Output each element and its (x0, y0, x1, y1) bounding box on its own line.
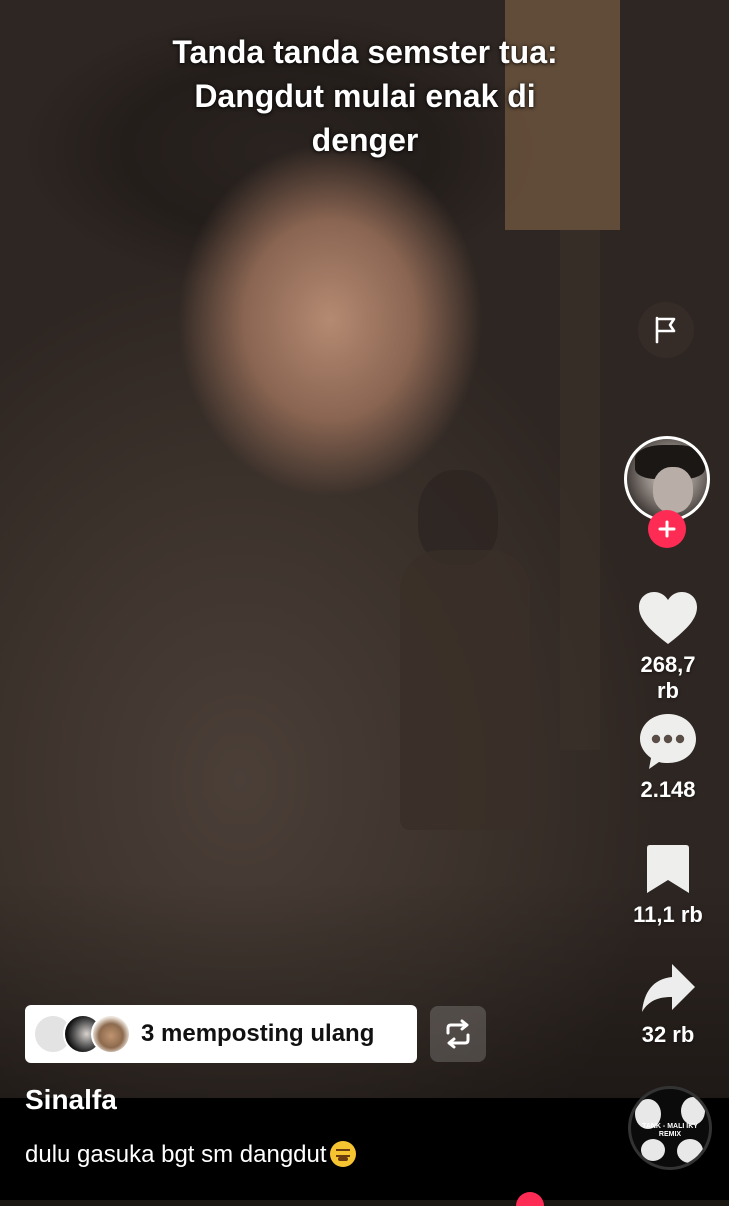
speech-bubble-icon (640, 714, 696, 769)
share-arrow-icon (642, 964, 695, 1012)
caption-line-3: denger (311, 122, 419, 158)
description-text: dulu gasuka bgt sm dangdut (25, 1141, 327, 1168)
like-count: 268,7 rb (640, 652, 696, 703)
video-bottom-shadow (0, 880, 729, 1100)
disc-artwork-shape (681, 1097, 705, 1125)
post-description: dulu gasuka bgt sm dangdut (25, 1141, 356, 1169)
avatar-face (653, 467, 693, 513)
music-disc[interactable]: TANK - MALI IKY REMIX (628, 1086, 712, 1170)
repost-avatar (91, 1014, 131, 1054)
plus-icon (658, 520, 676, 538)
comment-count: 2.148 (640, 777, 696, 802)
repost-icon (446, 1019, 470, 1049)
repost-button[interactable] (430, 1006, 486, 1062)
background-door (560, 230, 600, 750)
disc-artwork-shape (641, 1139, 665, 1161)
share-button[interactable]: 32 rb (628, 960, 708, 1048)
video-player[interactable] (0, 0, 729, 1100)
heart-icon (639, 592, 697, 644)
repost-info[interactable]: 3 memposting ulang (25, 1005, 417, 1063)
bookmark-count: 11,1 rb (633, 902, 703, 927)
disc-label: TANK - MALI IKY REMIX (642, 1123, 698, 1138)
comment-button[interactable]: 2.148 (628, 711, 708, 803)
background-person-body (400, 550, 530, 830)
flag-icon (655, 316, 676, 344)
repost-label: 3 memposting ulang (141, 1020, 375, 1047)
caption-line-2: Dangdut mulai enak di (194, 78, 536, 114)
like-button[interactable]: 268,7 rb (628, 590, 708, 704)
report-button[interactable] (638, 302, 694, 358)
tired-face-emoji (329, 1141, 356, 1167)
username[interactable]: Sinalfa (25, 1084, 117, 1116)
video-caption-overlay: Tanda tanda semster tua: Dangdut mulai e… (120, 30, 610, 162)
bookmark-button[interactable]: 11,1 rb (628, 842, 708, 928)
share-count: 32 rb (641, 1022, 695, 1047)
disc-artwork-shape (677, 1139, 703, 1163)
repost-avatars (33, 1012, 133, 1056)
follow-button[interactable] (648, 510, 686, 548)
caption-line-1: Tanda tanda semster tua: (172, 34, 558, 70)
bookmark-icon (647, 845, 689, 893)
